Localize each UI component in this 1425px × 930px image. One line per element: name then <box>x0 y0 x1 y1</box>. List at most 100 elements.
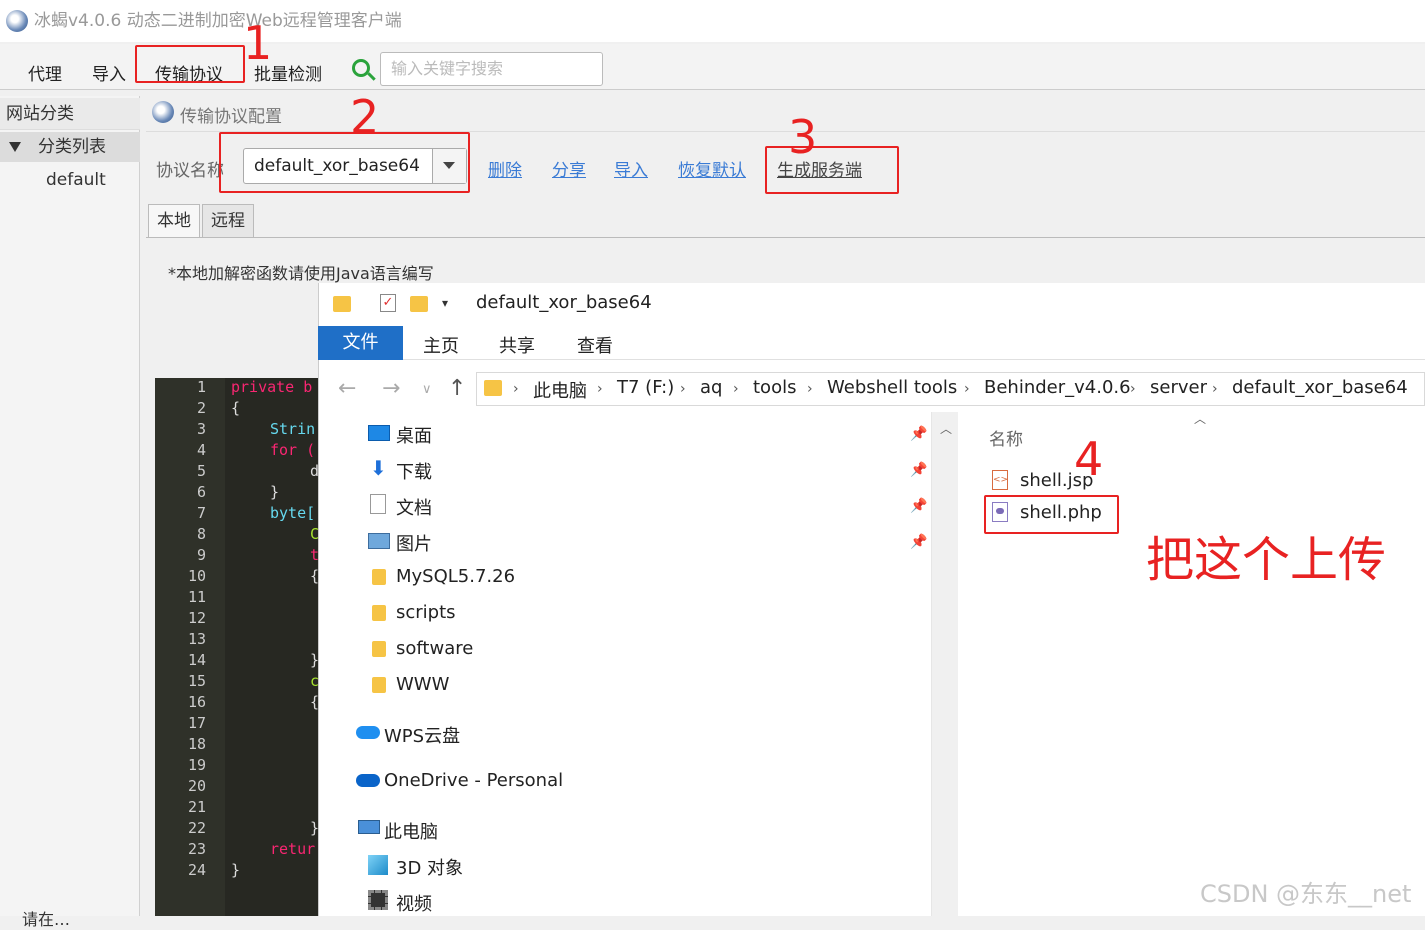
pin-icon[interactable]: 📌 <box>910 462 927 478</box>
line-number: 8 <box>196 525 206 543</box>
chevron-right-icon[interactable]: › <box>597 381 603 397</box>
line-number: 11 <box>187 588 206 606</box>
search-input[interactable]: 输入关键字搜索 <box>380 52 603 86</box>
breadcrumb-item[interactable]: Behinder_v4.0.6 <box>984 377 1131 398</box>
chevron-right-icon[interactable]: › <box>1130 381 1136 397</box>
nav-item-downloads[interactable]: 下载 <box>396 458 432 484</box>
explorer-ribbon <box>318 326 1425 360</box>
this-pc-icon <box>358 820 380 834</box>
panel-logo-icon <box>152 101 174 123</box>
sidebar-title: 网站分类 <box>0 98 140 130</box>
annotation-box-1 <box>135 45 245 83</box>
tree-expand-icon[interactable] <box>9 142 21 152</box>
up-arrow-icon[interactable]: ↑ <box>448 376 466 401</box>
address-folder-icon <box>484 380 502 396</box>
folder-icon <box>333 296 351 312</box>
ribbon-tab-home[interactable]: 主页 <box>423 332 459 358</box>
line-number: 18 <box>187 735 206 753</box>
new-folder-icon[interactable] <box>410 296 428 312</box>
breadcrumb-item[interactable]: default_xor_base64 <box>1232 377 1408 398</box>
chevron-right-icon[interactable]: › <box>513 381 519 397</box>
breadcrumb-item[interactable]: server <box>1150 377 1207 398</box>
chevron-right-icon[interactable]: › <box>680 381 686 397</box>
forward-arrow-icon[interactable]: → <box>382 376 400 401</box>
line-number: 5 <box>196 462 206 480</box>
folder-icon <box>372 677 386 693</box>
code-line-4: for ( <box>270 441 316 459</box>
back-arrow-icon[interactable]: ← <box>338 376 356 401</box>
breadcrumb-item[interactable]: Webshell tools <box>827 377 957 398</box>
restore-default-link[interactable]: 恢复默认 <box>678 156 746 181</box>
pin-icon[interactable]: 📌 <box>910 534 927 550</box>
nav-item-software[interactable]: software <box>396 638 473 659</box>
line-number: 3 <box>196 420 206 438</box>
nav-item-desktop[interactable]: 桌面 <box>396 422 432 448</box>
code-line-23: retur <box>270 840 316 858</box>
desktop-icon <box>368 425 390 441</box>
pictures-icon <box>368 533 390 549</box>
annotation-box-3 <box>765 146 899 194</box>
chevron-right-icon[interactable]: › <box>1212 381 1218 397</box>
chevron-right-icon[interactable]: › <box>807 381 813 397</box>
menu-import[interactable]: 导入 <box>92 60 126 85</box>
nav-item-www[interactable]: WWW <box>396 674 449 695</box>
annotation-number-1: 1 <box>243 16 273 70</box>
sidebar-bottom-text: 请在… <box>22 910 71 929</box>
tab-local[interactable]: 本地 <box>148 204 200 238</box>
chevron-right-icon[interactable]: › <box>733 381 739 397</box>
line-number: 15 <box>187 672 206 690</box>
breadcrumb-item[interactable]: aq <box>700 377 722 398</box>
nav-item-wps-cloud[interactable]: WPS云盘 <box>384 722 460 748</box>
line-number: 16 <box>187 693 206 711</box>
documents-icon <box>370 494 386 514</box>
line-number: 10 <box>187 567 206 585</box>
menu-proxy[interactable]: 代理 <box>28 60 62 85</box>
quick-access-dropdown-icon[interactable]: ▾ <box>442 296 448 310</box>
breadcrumb-item[interactable]: 此电脑 <box>533 377 587 403</box>
nav-item-onedrive[interactable]: OneDrive - Personal <box>384 770 563 791</box>
pin-icon[interactable]: 📌 <box>910 498 927 514</box>
annotation-number-3: 3 <box>788 110 818 164</box>
line-number: 21 <box>187 798 206 816</box>
line-number: 12 <box>187 609 206 627</box>
scroll-up-icon[interactable]: ︿ <box>940 420 952 437</box>
sidebar-item-default[interactable]: default <box>46 170 106 190</box>
nav-item-3d-objects[interactable]: 3D 对象 <box>396 854 463 880</box>
nav-item-videos[interactable]: 视频 <box>396 890 432 916</box>
nav-item-pictures[interactable]: 图片 <box>396 530 432 556</box>
sidebar-category-list[interactable]: 分类列表 <box>0 132 140 162</box>
nav-scrollbar[interactable] <box>931 412 958 916</box>
pin-icon[interactable]: 📌 <box>910 426 927 442</box>
line-number: 20 <box>187 777 206 795</box>
line-number: 17 <box>187 714 206 732</box>
line-number: 4 <box>196 441 206 459</box>
recent-dropdown-icon[interactable]: ∨ <box>422 382 432 397</box>
import-link[interactable]: 导入 <box>614 156 648 181</box>
line-number: 7 <box>196 504 206 522</box>
breadcrumb-item[interactable]: T7 (F:) <box>617 377 674 398</box>
nav-item-scripts[interactable]: scripts <box>396 602 456 623</box>
properties-icon[interactable]: ✓ <box>380 294 396 312</box>
line-number: 22 <box>187 819 206 837</box>
delete-link[interactable]: 删除 <box>488 156 522 181</box>
line-number: 9 <box>196 546 206 564</box>
folder-icon <box>372 641 386 657</box>
nav-item-this-pc[interactable]: 此电脑 <box>384 818 438 844</box>
column-header-name[interactable]: 名称 <box>989 425 1023 450</box>
line-number: 23 <box>187 840 206 858</box>
nav-item-mysql[interactable]: MySQL5.7.26 <box>396 566 515 587</box>
line-number: 24 <box>187 861 206 879</box>
tab-remote[interactable]: 远程 <box>202 204 254 238</box>
nav-item-documents[interactable]: 文档 <box>396 494 432 520</box>
ribbon-tab-share[interactable]: 共享 <box>499 332 535 358</box>
line-number: 6 <box>196 483 206 501</box>
videos-icon <box>368 890 388 910</box>
share-link[interactable]: 分享 <box>552 156 586 181</box>
chevron-right-icon[interactable]: › <box>964 381 970 397</box>
search-icon[interactable] <box>352 59 370 77</box>
download-icon: ⬇ <box>370 456 387 480</box>
ribbon-tab-file[interactable]: 文件 <box>318 326 403 360</box>
ribbon-tab-view[interactable]: 查看 <box>577 332 613 358</box>
breadcrumb-item[interactable]: tools <box>753 377 796 398</box>
sort-ascending-icon[interactable]: ︿ <box>1194 410 1206 427</box>
